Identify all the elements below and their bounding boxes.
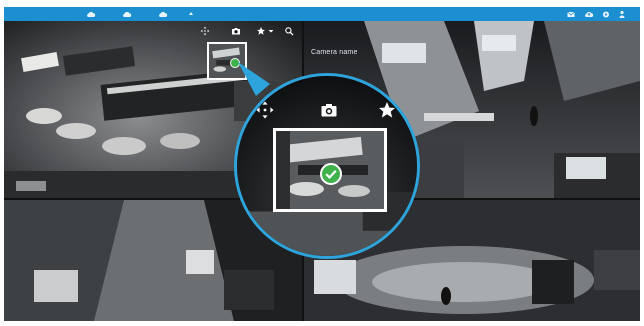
user-icon[interactable] (617, 9, 627, 19)
zoom-callout (234, 73, 420, 259)
sort-icon[interactable] (186, 9, 196, 19)
cloud-icon[interactable] (86, 9, 96, 19)
tile-toolbar (198, 26, 304, 38)
zoom-toolbar (237, 100, 417, 122)
zoom-icon[interactable] (284, 26, 294, 36)
chevron-down-icon[interactable] (266, 26, 276, 36)
cloud-icon[interactable] (122, 9, 132, 19)
camera-icon[interactable] (319, 100, 339, 120)
star-icon[interactable] (256, 26, 266, 36)
move-icon[interactable] (255, 100, 275, 120)
mail-icon[interactable] (566, 9, 576, 19)
camera-icon[interactable] (231, 26, 241, 36)
check-icon (320, 163, 342, 185)
gear-icon[interactable] (601, 9, 611, 19)
star-icon[interactable] (377, 100, 397, 120)
camera-name-label: Camera name (311, 49, 358, 56)
top-bar (4, 7, 640, 21)
cloud-upload-icon[interactable] (584, 9, 594, 19)
move-icon[interactable] (200, 26, 210, 36)
cloud-icon[interactable] (158, 9, 168, 19)
